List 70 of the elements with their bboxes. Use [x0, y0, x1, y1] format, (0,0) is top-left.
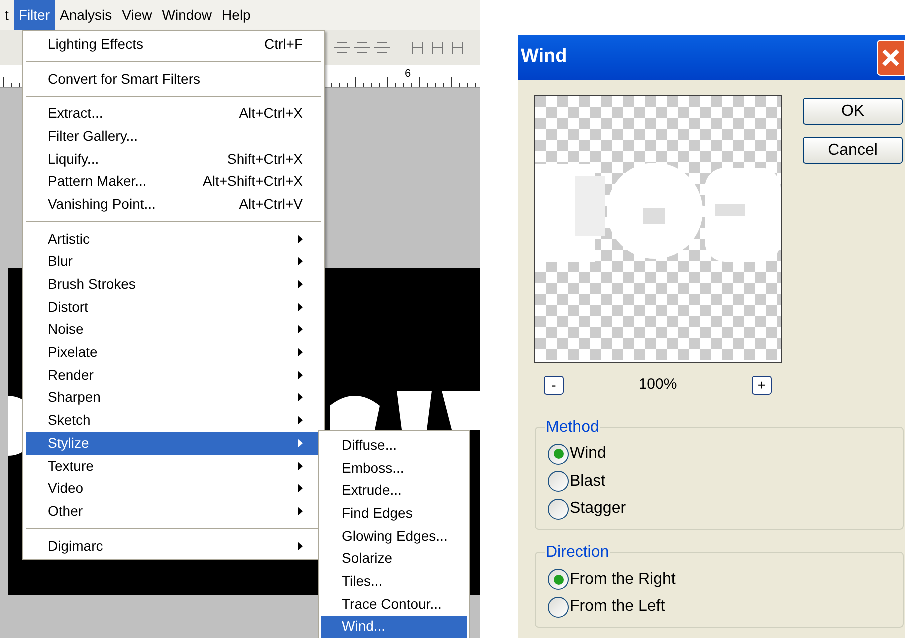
dialog-button[interactable]: Cancel: [803, 137, 903, 164]
zoom-in-button[interactable]: +: [752, 376, 772, 395]
menu-item[interactable]: Digimarc: [26, 534, 321, 558]
menu-item[interactable]: Diffuse...: [321, 434, 467, 457]
submenu-arrow-icon: [298, 280, 303, 290]
menu-bar-item[interactable]: View: [117, 0, 158, 30]
submenu-arrow-icon: [298, 542, 303, 551]
submenu-arrow-icon: [298, 438, 303, 448]
menu-item[interactable]: Find Edges: [321, 502, 467, 525]
submenu-arrow-icon: [298, 234, 303, 244]
submenu-arrow-icon: [298, 302, 303, 312]
radio-label: Blast: [570, 472, 606, 492]
submenu-arrow-icon: [298, 416, 303, 426]
menu-bar-item[interactable]: Window: [157, 0, 218, 30]
align-icons-drawing: [334, 40, 392, 56]
menu-item[interactable]: Video: [26, 477, 321, 500]
menu-item[interactable]: Vanishing Point... Alt+Ctrl+V: [26, 193, 321, 216]
menu-item[interactable]: Extract... Alt+Ctrl+X: [26, 102, 321, 126]
submenu-arrow-icon: [298, 325, 303, 334]
zoom-level: 100%: [638, 375, 678, 395]
menu-item[interactable]: Pixelate: [26, 341, 321, 364]
menu-item[interactable]: Extrude...: [321, 479, 467, 502]
menu-item[interactable]: Liquify... Shift+Ctrl+X: [26, 148, 321, 170]
radio-button[interactable]: [548, 498, 569, 520]
radio-label: From the Right: [570, 570, 676, 590]
menu-item[interactable]: Lighting Effects Ctrl+F: [26, 33, 321, 56]
menu-item[interactable]: Glowing Edges...: [321, 524, 467, 548]
radio-label: From the Left: [570, 597, 666, 618]
menu-item[interactable]: Pattern Maker... Alt+Shift+Ctrl+X: [26, 170, 321, 194]
radio-button[interactable]: [548, 471, 569, 492]
submenu-arrow-icon: [298, 257, 303, 266]
menu-item[interactable]: Blur: [26, 250, 321, 274]
radio-button[interactable]: [548, 596, 569, 618]
menu-item[interactable]: Texture: [26, 454, 321, 478]
menu-bar-item[interactable]: Analysis: [55, 0, 118, 30]
menu-item[interactable]: Other: [26, 500, 321, 523]
window-title: Wind: [521, 45, 568, 70]
menu-item[interactable]: Brush Strokes: [26, 273, 321, 296]
menu-item[interactable]: Distort: [26, 296, 321, 319]
menu-bar-item[interactable]: Help: [217, 0, 256, 30]
radio-label: Wind: [570, 444, 606, 464]
submenu-arrow-icon: [298, 348, 303, 358]
radio-label: Stagger: [570, 499, 626, 520]
submenu-arrow-icon: [298, 393, 303, 402]
menu-item[interactable]: Sketch: [26, 409, 321, 432]
submenu-arrow-icon: [298, 506, 303, 516]
close-icon: [882, 48, 900, 66]
menu-item[interactable]: Stylize: [26, 432, 321, 455]
dialog-button[interactable]: OK: [803, 98, 903, 125]
menu-item[interactable]: Noise: [26, 318, 321, 342]
menu-bar-item[interactable]: Filter: [14, 0, 56, 30]
radio-button[interactable]: [548, 569, 569, 590]
menu-item[interactable]: Tiles...: [321, 570, 467, 593]
menu-bar-item[interactable]: t: [0, 0, 14, 30]
menu-item[interactable]: Render: [26, 364, 321, 387]
menu-item[interactable]: Artistic: [26, 228, 321, 250]
zoom-out-button[interactable]: -: [544, 376, 564, 395]
ruler-label: 6: [405, 67, 412, 82]
menu-item[interactable]: Convert for Smart Filters: [26, 68, 321, 90]
close-button[interactable]: [877, 40, 905, 76]
menu-item[interactable]: Solarize: [321, 547, 467, 570]
menu-item[interactable]: Sharpen: [26, 386, 321, 410]
submenu-arrow-icon: [298, 370, 303, 380]
submenu-arrow-icon: [298, 462, 303, 471]
radio-button[interactable]: [548, 444, 569, 465]
submenu-arrow-icon: [298, 484, 303, 494]
menu-item[interactable]: Trace Contour...: [321, 592, 467, 616]
menu-item[interactable]: Filter Gallery...: [26, 125, 321, 148]
menu-item[interactable]: Wind...: [321, 616, 467, 638]
menu-item[interactable]: Emboss...: [321, 456, 467, 480]
